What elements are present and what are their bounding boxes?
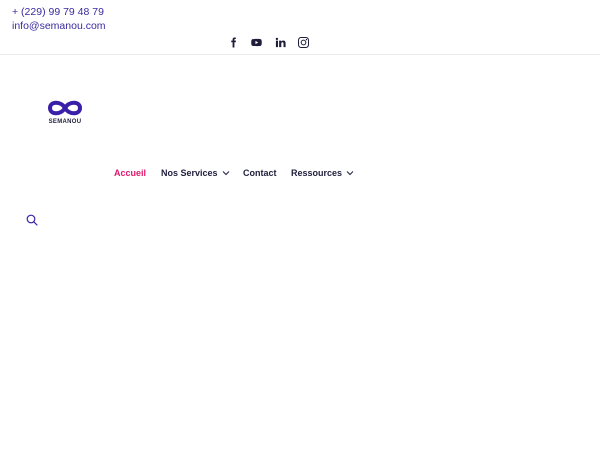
nav-item-label: Ressources	[291, 168, 343, 178]
top-bar: + (229) 99 79 48 79 info@semanou.com	[0, 0, 600, 55]
nav-item-label: Nos Services	[161, 168, 218, 178]
instagram-link[interactable]	[296, 35, 310, 49]
facebook-link[interactable]	[226, 35, 240, 49]
search-button[interactable]	[26, 214, 38, 226]
search-icon	[26, 214, 38, 226]
chevron-down-icon	[346, 170, 354, 176]
youtube-icon	[250, 38, 262, 46]
semanou-logo[interactable]: SEMANOU	[42, 98, 88, 134]
linkedin-icon	[275, 37, 286, 47]
nav-item-ressources[interactable]: Ressources	[291, 168, 354, 178]
nav-item-contact[interactable]: Contact	[243, 168, 277, 178]
email-link[interactable]: info@semanou.com	[12, 19, 106, 33]
nav-item-label: Accueil	[114, 168, 147, 178]
linkedin-link[interactable]	[273, 35, 287, 49]
contact-info: + (229) 99 79 48 79 info@semanou.com	[12, 5, 106, 33]
brand-name: SEMANOU	[48, 119, 82, 125]
instagram-icon	[297, 36, 309, 48]
nav-item-label: Contact	[243, 168, 277, 178]
nav-item-nos-services[interactable]: Nos Services	[161, 168, 230, 178]
chevron-down-icon	[222, 170, 230, 176]
phone-link[interactable]: + (229) 99 79 48 79	[12, 5, 106, 19]
facebook-icon	[230, 36, 236, 48]
nav-item-accueil[interactable]: Accueil	[114, 168, 146, 178]
infinity-logo-icon	[48, 100, 82, 116]
youtube-link[interactable]	[249, 35, 263, 49]
